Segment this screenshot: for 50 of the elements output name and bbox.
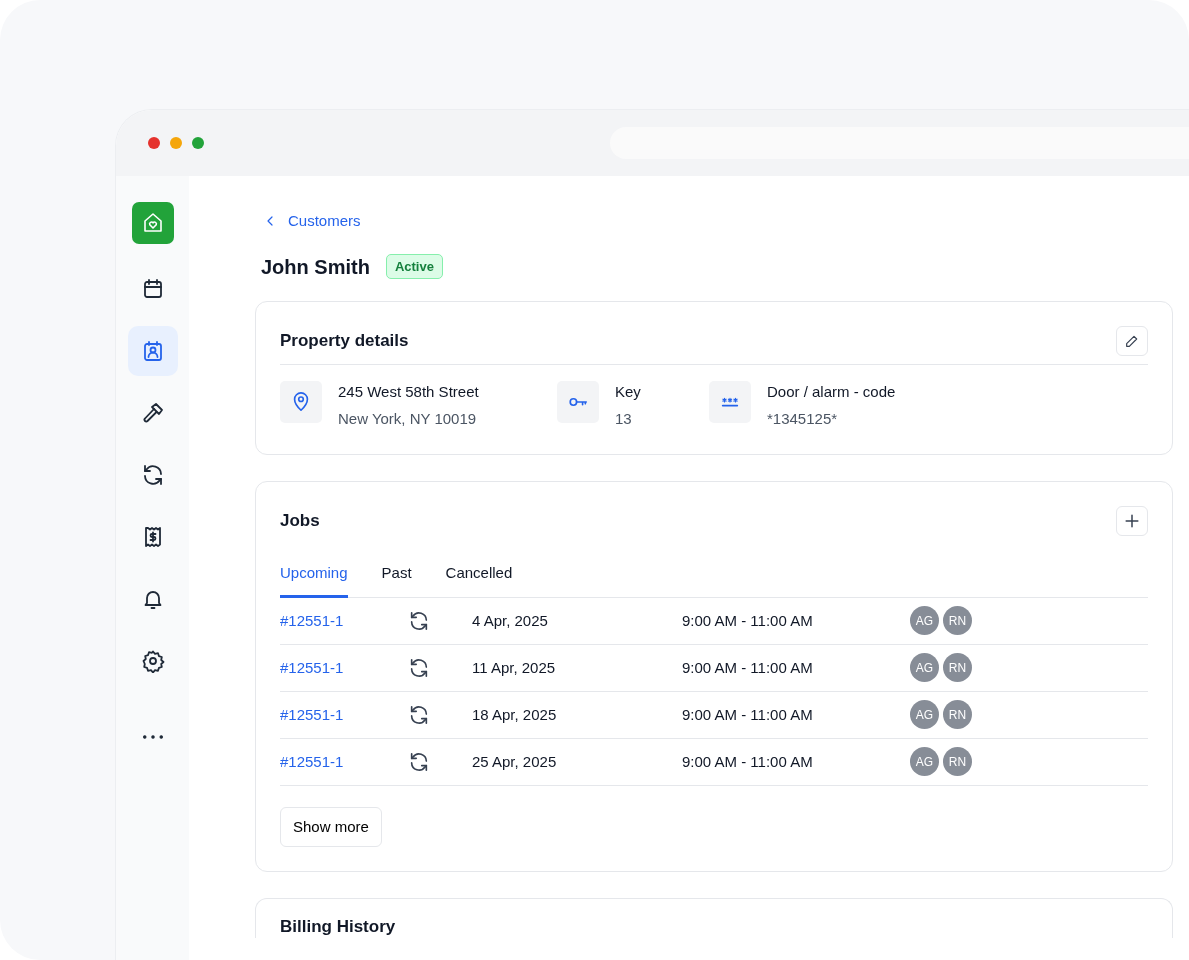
card-title: Property details [280, 331, 409, 352]
more-icon [142, 735, 163, 739]
card-title: Jobs [280, 511, 320, 532]
card-title: Billing History [280, 917, 397, 938]
detail-label: Door / alarm - code [767, 382, 896, 403]
assignee-avatar: AG [910, 606, 939, 636]
add-button[interactable] [1116, 506, 1148, 537]
customer-name: John Smith [261, 254, 370, 279]
close-dot[interactable] [148, 137, 160, 149]
recurring-icon [408, 610, 430, 633]
detail-value: *1345125* [767, 408, 839, 429]
assignee-avatar: AG [910, 747, 939, 777]
recurring-icon [408, 704, 430, 727]
assignee-avatar: AG [910, 700, 939, 730]
tab[interactable]: Past [381, 556, 412, 598]
edit-button[interactable] [1116, 326, 1148, 357]
assignee-avatar: RN [943, 700, 972, 730]
job-link[interactable]: #12551-1 [280, 656, 408, 679]
job-time: 9:00 AM - 11:00 AM [682, 704, 814, 725]
hammer-icon [140, 401, 165, 425]
recurring-icon [408, 657, 430, 680]
status-label: Active [385, 253, 443, 280]
job-date: 4 Apr, 2025 [472, 610, 549, 631]
assignee-avatar: RN [943, 606, 972, 636]
assignee-avatar: RN [943, 747, 972, 777]
detail-label: Key [615, 382, 641, 403]
job-date: 18 Apr, 2025 [472, 704, 558, 725]
detail-value: New York, NY 10019 [338, 408, 478, 429]
settings-icon [140, 649, 165, 673]
job-time: 9:00 AM - 11:00 AM [682, 751, 814, 772]
job-time: 9:00 AM - 11:00 AM [682, 610, 814, 631]
assignee-avatar: AG [910, 653, 939, 683]
back-link[interactable]: Customers [262, 210, 361, 233]
job-link[interactable]: #12551-1 [280, 703, 408, 726]
assignee-avatar: RN [943, 653, 972, 683]
job-link[interactable]: #12551-1 [280, 750, 408, 773]
pencil-icon [1124, 333, 1140, 350]
app-logo[interactable] [131, 202, 174, 244]
show-more-button[interactable]: Show more [280, 806, 382, 848]
tab[interactable]: Upcoming [280, 556, 348, 598]
job-time: 9:00 AM - 11:00 AM [682, 657, 814, 678]
job-link[interactable]: #12551-1 [280, 609, 408, 632]
tab[interactable]: Cancelled [445, 556, 513, 598]
detail-label: 245 West 58th Street [338, 382, 479, 403]
recurring-icon [408, 751, 430, 774]
detail-value: 13 [615, 408, 633, 429]
job-date: 11 Apr, 2025 [472, 657, 557, 678]
minimize-dot[interactable] [170, 137, 182, 149]
job-date: 25 Apr, 2025 [472, 751, 558, 772]
maximize-dot[interactable] [192, 137, 204, 149]
